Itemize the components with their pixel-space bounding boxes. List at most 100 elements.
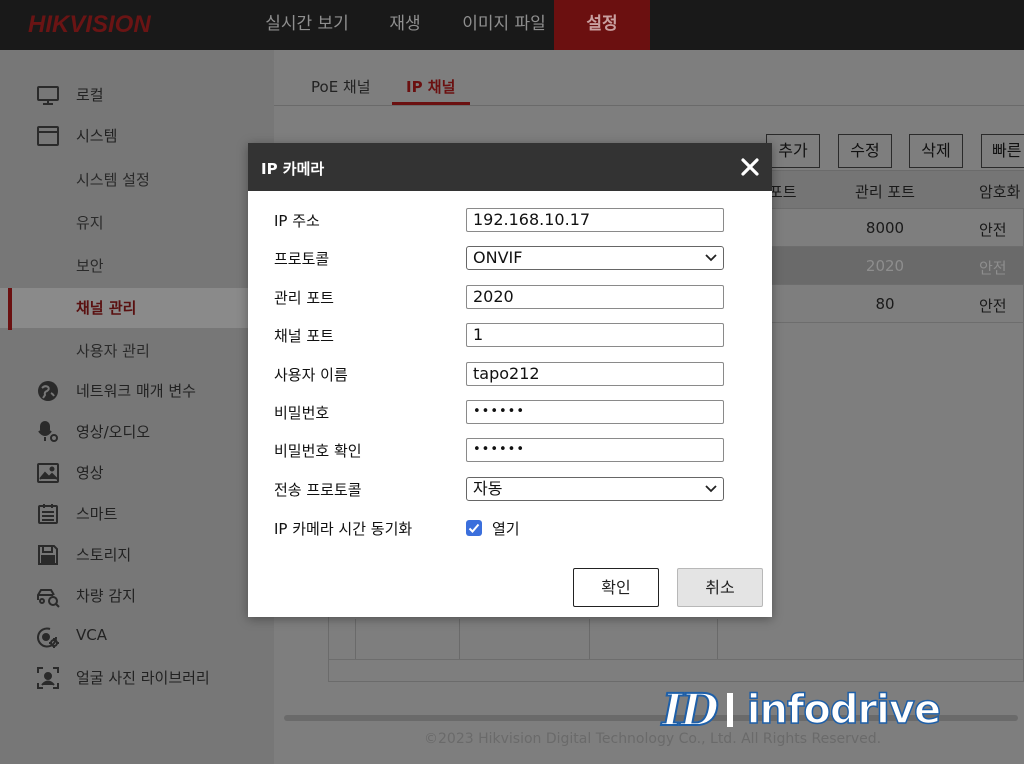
column-divider (459, 619, 460, 659)
sidebar-item-image[interactable]: 영상 (0, 453, 274, 493)
sidebar-item-label: 영상/오디오 (76, 423, 151, 441)
sidebar-item-maintenance[interactable]: 유지 (0, 203, 274, 243)
sidebar-item-user-management[interactable]: 사용자 관리 (0, 331, 274, 371)
ip-camera-dialog: IP 카메라 IP 주소 192.168.10.17 프로토콜 ONVIF 관리… (248, 143, 772, 617)
transport-protocol-label: 전송 프로토콜 (274, 481, 362, 499)
car-search-icon (36, 584, 60, 608)
sidebar-item-label: 스마트 (76, 505, 118, 523)
column-divider (717, 619, 718, 659)
sidebar-item-system[interactable]: 시스템 (0, 116, 274, 156)
sidebar-item-network[interactable]: 네트워크 매개 변수 (0, 371, 274, 411)
delete-button[interactable]: 삭제 (909, 134, 963, 168)
column-header-encryption: 암호화 (979, 183, 1021, 201)
sidebar-item-label: 로컬 (76, 86, 104, 104)
sidebar-item-security[interactable]: 보안 (0, 246, 274, 286)
sidebar-item-label: 유지 (76, 214, 104, 232)
username-label: 사용자 이름 (274, 366, 348, 384)
time-sync-checkbox[interactable] (466, 520, 482, 536)
column-divider (589, 619, 590, 659)
watermark-mark: ID (661, 684, 720, 737)
management-port-cell: 80 (875, 295, 895, 313)
camera-settings-icon (36, 625, 60, 649)
nav-playback[interactable]: 재생 (374, 0, 436, 50)
sidebar-item-face-library[interactable]: 얼굴 사진 라이브러리 (0, 658, 274, 698)
window-icon (36, 124, 60, 148)
management-port-label: 관리 포트 (274, 289, 334, 307)
monitor-icon (36, 83, 60, 107)
sidebar-item-label: 얼굴 사진 라이브러리 (76, 669, 210, 687)
time-sync-label: IP 카메라 시간 동기화 (274, 520, 413, 538)
sidebar-item-label: VCA (76, 626, 107, 644)
sidebar-item-label: 영상 (76, 464, 104, 482)
floppy-icon (36, 543, 60, 567)
sidebar-item-label: 시스템 (76, 127, 118, 145)
dialog-header: IP 카메라 (248, 143, 772, 191)
sidebar-item-label: 차량 감지 (76, 587, 136, 605)
protocol-select[interactable]: ONVIF (466, 246, 724, 270)
chevron-down-icon (705, 254, 717, 262)
sidebar-item-local[interactable]: 로컬 (0, 75, 274, 115)
sidebar-item-vca[interactable]: VCA (0, 617, 274, 657)
table-divider (329, 659, 1024, 660)
sidebar-item-vehicle-detection[interactable]: 차량 감지 (0, 576, 274, 616)
sidebar-item-label: 사용자 관리 (76, 342, 150, 360)
sidebar-item-label: 채널 관리 (76, 299, 137, 317)
infodrive-watermark-logo: ID infodrive (661, 680, 942, 740)
sidebar-item-label: 시스템 설정 (76, 171, 150, 189)
watermark-divider (726, 693, 733, 727)
microphone-icon (36, 420, 60, 444)
tab-ip-channel[interactable]: IP 채널 (406, 76, 455, 97)
sidebar-item-smart[interactable]: 스마트 (0, 494, 274, 534)
transport-protocol-select[interactable]: 자동 (466, 477, 724, 501)
watermark-text: infodrive (746, 686, 942, 734)
sidebar-item-system-settings[interactable]: 시스템 설정 (0, 160, 274, 200)
sidebar-item-storage[interactable]: 스토리지 (0, 535, 274, 575)
protocol-selected-value: ONVIF (473, 248, 523, 267)
top-nav-bar: HIKVISION 실시간 보기 재생 이미지 파일 설정 (0, 0, 1024, 50)
globe-icon (36, 379, 60, 403)
password-label: 비밀번호 (274, 404, 330, 422)
dialog-title: IP 카메라 (261, 160, 325, 178)
transport-selected-value: 자동 (473, 479, 503, 498)
tab-divider (274, 105, 1024, 106)
hikvision-logo: HIKVISION (28, 11, 151, 38)
protocol-label: 프로토콜 (274, 250, 330, 268)
confirm-button[interactable]: 확인 (573, 568, 659, 607)
sidebar-item-channel-management[interactable]: 채널 관리 (0, 288, 274, 330)
image-icon (36, 461, 60, 485)
ip-address-input[interactable]: 192.168.10.17 (466, 208, 724, 232)
cancel-button[interactable]: 취소 (677, 568, 763, 607)
face-frame-icon (36, 666, 60, 690)
sidebar-item-label: 네트워크 매개 변수 (76, 382, 196, 400)
sidebar-item-label: 보안 (76, 257, 104, 275)
channel-port-input[interactable]: 1 (466, 323, 724, 347)
nav-image-files[interactable]: 이미지 파일 (448, 0, 560, 50)
add-button[interactable]: 추가 (766, 134, 820, 168)
management-port-cell: 2020 (865, 257, 905, 275)
nav-settings[interactable]: 설정 (554, 0, 650, 50)
nav-live-view[interactable]: 실시간 보기 (248, 0, 366, 50)
tab-poe-channel[interactable]: PoE 채널 (311, 76, 371, 97)
checkmark-icon (468, 523, 480, 533)
sidebar: 로컬 시스템 시스템 설정 유지 보안 채널 관리 사용자 관리 네트워크 매개… (0, 50, 274, 764)
edit-button[interactable]: 수정 (838, 134, 892, 168)
column-divider (355, 619, 356, 659)
encryption-cell: 안전 (979, 221, 1007, 239)
selection-indicator (8, 288, 12, 330)
close-icon[interactable] (738, 155, 762, 179)
management-port-cell: 8000 (865, 219, 905, 237)
sidebar-item-video-audio[interactable]: 영상/오디오 (0, 412, 274, 452)
username-input[interactable]: tapo212 (466, 362, 724, 386)
sidebar-item-label: 스토리지 (76, 546, 132, 564)
encryption-cell: 안전 (979, 259, 1007, 277)
channel-port-label: 채널 포트 (274, 327, 334, 345)
calendar-icon (36, 502, 60, 526)
column-header-management-port: 관리 포트 (855, 183, 915, 201)
password-input[interactable]: •••••• (466, 400, 724, 424)
confirm-password-input[interactable]: •••••• (466, 438, 724, 462)
management-port-input[interactable]: 2020 (466, 285, 724, 309)
confirm-password-label: 비밀번호 확인 (274, 442, 362, 460)
ip-address-label: IP 주소 (274, 212, 320, 230)
quick-add-button[interactable]: 빠른 (981, 134, 1024, 168)
chevron-down-icon (705, 485, 717, 493)
